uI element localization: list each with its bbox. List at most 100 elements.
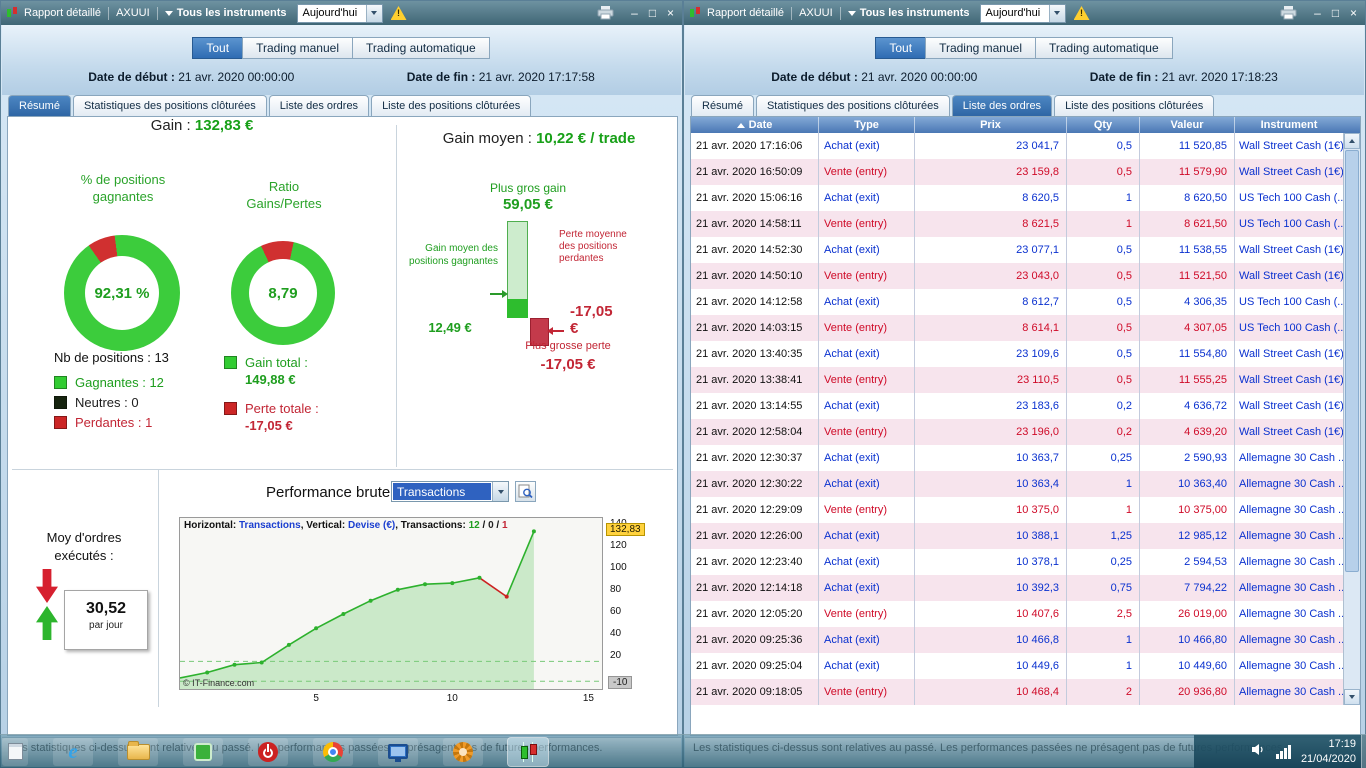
cell-type: Vente (entry) bbox=[819, 497, 915, 523]
column-header-valeur[interactable]: Valeur bbox=[1140, 117, 1235, 133]
dropdown-arrow-icon[interactable] bbox=[492, 482, 508, 501]
minimize-button[interactable]: – bbox=[1310, 6, 1325, 20]
column-header-date[interactable]: Date bbox=[691, 117, 819, 133]
order-row[interactable]: 21 avr. 2020 12:23:40 Achat (exit) 10 378,… bbox=[691, 549, 1360, 575]
taskbar-green-app-icon[interactable] bbox=[183, 737, 223, 766]
order-row[interactable]: 21 avr. 2020 12:14:18 Achat (exit) 10 392,… bbox=[691, 575, 1360, 601]
cell-qty: 1 bbox=[1067, 211, 1140, 237]
green-app-icon bbox=[194, 742, 212, 761]
order-row[interactable]: 21 avr. 2020 09:25:36 Achat (exit) 10 466,… bbox=[691, 627, 1360, 653]
network-signal-icon[interactable] bbox=[1275, 744, 1291, 759]
tab-resume[interactable]: Résumé bbox=[691, 95, 754, 116]
order-row[interactable]: 21 avr. 2020 12:30:22 Achat (exit) 10 363,… bbox=[691, 471, 1360, 497]
order-row[interactable]: 21 avr. 2020 14:03:15 Vente (entry) 8 614,… bbox=[691, 315, 1360, 341]
order-row[interactable]: 21 avr. 2020 16:50:09 Vente (entry) 23 159… bbox=[691, 159, 1360, 185]
order-row[interactable]: 21 avr. 2020 12:05:20 Vente (entry) 10 407… bbox=[691, 601, 1360, 627]
minimize-button[interactable]: – bbox=[627, 6, 642, 20]
warning-icon[interactable]: ! bbox=[390, 6, 407, 20]
account-name: AXUUI bbox=[116, 7, 150, 19]
filter-trading-manuel-button[interactable]: Trading manuel bbox=[925, 37, 1036, 59]
volume-icon[interactable] bbox=[1251, 743, 1266, 761]
period-dropdown[interactable]: Aujourd'hui bbox=[296, 3, 383, 23]
filter-trading-automatique-button[interactable]: Trading automatique bbox=[1035, 37, 1173, 59]
order-row[interactable]: 21 avr. 2020 13:14:55 Achat (exit) 23 183,… bbox=[691, 393, 1360, 419]
filter-trading-manuel-button[interactable]: Trading manuel bbox=[242, 37, 353, 59]
scroll-up-button[interactable] bbox=[1344, 133, 1360, 149]
order-row[interactable]: 21 avr. 2020 17:16:06 Achat (exit) 23 041,… bbox=[691, 133, 1360, 159]
order-row[interactable]: 21 avr. 2020 13:38:41 Vente (entry) 23 110… bbox=[691, 367, 1360, 393]
tab-resume[interactable]: Résumé bbox=[8, 95, 71, 116]
cell-prix: 8 621,5 bbox=[915, 211, 1067, 237]
order-row[interactable]: 21 avr. 2020 12:58:04 Vente (entry) 23 196… bbox=[691, 419, 1360, 445]
column-header-qty[interactable]: Qty bbox=[1067, 117, 1140, 133]
order-row[interactable]: 21 avr. 2020 14:50:10 Vente (entry) 23 043… bbox=[691, 263, 1360, 289]
close-button[interactable]: × bbox=[1346, 6, 1361, 20]
cell-date: 21 avr. 2020 12:30:22 bbox=[691, 471, 819, 497]
scroll-thumb[interactable] bbox=[1345, 150, 1359, 572]
print-icon[interactable] bbox=[1280, 6, 1297, 20]
column-header-type[interactable]: Type bbox=[819, 117, 915, 133]
taskbar-folder-icon[interactable] bbox=[118, 737, 158, 766]
filter-tout-button[interactable]: Tout bbox=[192, 37, 244, 59]
close-button[interactable]: × bbox=[663, 6, 678, 20]
taskbar-prorealtime-icon[interactable] bbox=[507, 736, 549, 767]
orders-scrollbar[interactable] bbox=[1343, 133, 1360, 705]
tab-statistiques[interactable]: Statistiques des positions clôturées bbox=[755, 95, 950, 116]
taskbar-display-icon[interactable] bbox=[378, 737, 418, 766]
chart-settings-button[interactable] bbox=[515, 481, 536, 502]
cell-valeur: 2 590,93 bbox=[1140, 445, 1235, 471]
orders-table-body: 21 avr. 2020 17:16:06 Achat (exit) 23 041,… bbox=[691, 133, 1360, 705]
taskbar-chrome-icon[interactable] bbox=[313, 737, 353, 766]
gain-heading: Gain : 132,83 € bbox=[8, 117, 396, 134]
winrate-value: 92,31 % bbox=[94, 284, 150, 302]
order-row[interactable]: 21 avr. 2020 12:26:00 Achat (exit) 10 388,… bbox=[691, 523, 1360, 549]
order-row[interactable]: 21 avr. 2020 13:40:35 Achat (exit) 23 109,… bbox=[691, 341, 1360, 367]
gain-value: 132,83 € bbox=[194, 117, 254, 134]
dropdown-arrow-icon[interactable] bbox=[1048, 4, 1065, 22]
cell-instrument: Allemagne 30 Cash ... bbox=[1239, 634, 1343, 646]
dates-row: Date de début : 21 avr. 2020 00:00:00 Da… bbox=[685, 70, 1364, 84]
instruments-dropdown[interactable]: Tous les instruments bbox=[847, 7, 970, 19]
show-desktop-button[interactable] bbox=[1361, 735, 1366, 768]
period-dropdown[interactable]: Aujourd'hui bbox=[979, 3, 1066, 23]
order-row[interactable]: 21 avr. 2020 12:30:37 Achat (exit) 10 363,… bbox=[691, 445, 1360, 471]
order-row[interactable]: 21 avr. 2020 14:12:58 Achat (exit) 8 612,7… bbox=[691, 289, 1360, 315]
dropdown-arrow-icon[interactable] bbox=[365, 4, 382, 22]
taskbar-settings-gear-icon[interactable] bbox=[443, 737, 483, 766]
order-row[interactable]: 21 avr. 2020 14:52:30 Achat (exit) 23 077,… bbox=[691, 237, 1360, 263]
filter-trading-automatique-button[interactable]: Trading automatique bbox=[352, 37, 490, 59]
order-row[interactable]: 21 avr. 2020 15:06:16 Achat (exit) 8 620,5… bbox=[691, 185, 1360, 211]
taskbar-internet-explorer-icon[interactable]: e bbox=[53, 737, 93, 766]
scroll-down-button[interactable] bbox=[1344, 689, 1360, 705]
maximize-button[interactable]: □ bbox=[645, 6, 660, 20]
tab-liste-ordres[interactable]: Liste des ordres bbox=[951, 95, 1053, 116]
filter-tout-button[interactable]: Tout bbox=[875, 37, 927, 59]
titlebar[interactable]: Rapport détaillé AXUUI Tous les instrume… bbox=[684, 1, 1365, 25]
performance-plot[interactable]: Horizontal: Transactions, Vertical: Devi… bbox=[179, 517, 603, 690]
cell-type: Achat (exit) bbox=[819, 185, 915, 211]
clock[interactable]: 17:19 21/04/2020 bbox=[1301, 737, 1356, 766]
taskbar-app-window-icon[interactable] bbox=[2, 737, 28, 766]
titlebar[interactable]: Rapport détaillé AXUUI Tous les instrume… bbox=[1, 1, 682, 25]
maximize-button[interactable]: □ bbox=[1328, 6, 1343, 20]
divider bbox=[108, 6, 110, 20]
performance-dropdown[interactable]: Transactions bbox=[391, 481, 509, 502]
cell-qty: 0,5 bbox=[1067, 133, 1140, 159]
cell-date: 21 avr. 2020 09:25:04 bbox=[691, 653, 819, 679]
column-header-prix[interactable]: Prix bbox=[915, 117, 1067, 133]
print-icon[interactable] bbox=[597, 6, 614, 20]
column-header-instrument[interactable]: Instrument bbox=[1235, 117, 1343, 133]
order-row[interactable]: 21 avr. 2020 09:18:05 Vente (entry) 10 468… bbox=[691, 679, 1360, 705]
order-row[interactable]: 21 avr. 2020 12:29:09 Vente (entry) 10 375… bbox=[691, 497, 1360, 523]
tab-statistiques[interactable]: Statistiques des positions clôturées bbox=[72, 95, 267, 116]
order-row[interactable]: 21 avr. 2020 14:58:11 Vente (entry) 8 621,… bbox=[691, 211, 1360, 237]
tab-liste-ordres[interactable]: Liste des ordres bbox=[268, 95, 370, 116]
warning-icon[interactable]: ! bbox=[1073, 6, 1090, 20]
tab-liste-positions[interactable]: Liste des positions clôturées bbox=[371, 95, 532, 116]
order-row[interactable]: 21 avr. 2020 09:25:04 Achat (exit) 10 449,… bbox=[691, 653, 1360, 679]
instruments-dropdown[interactable]: Tous les instruments bbox=[164, 7, 287, 19]
taskbar-power-icon[interactable] bbox=[248, 737, 288, 766]
avg-gain-heading: Gain moyen : 10,22 € / trade bbox=[442, 130, 636, 147]
nb-positions-label: Nb de positions : 13 bbox=[54, 350, 169, 365]
tab-liste-positions[interactable]: Liste des positions clôturées bbox=[1054, 95, 1215, 116]
